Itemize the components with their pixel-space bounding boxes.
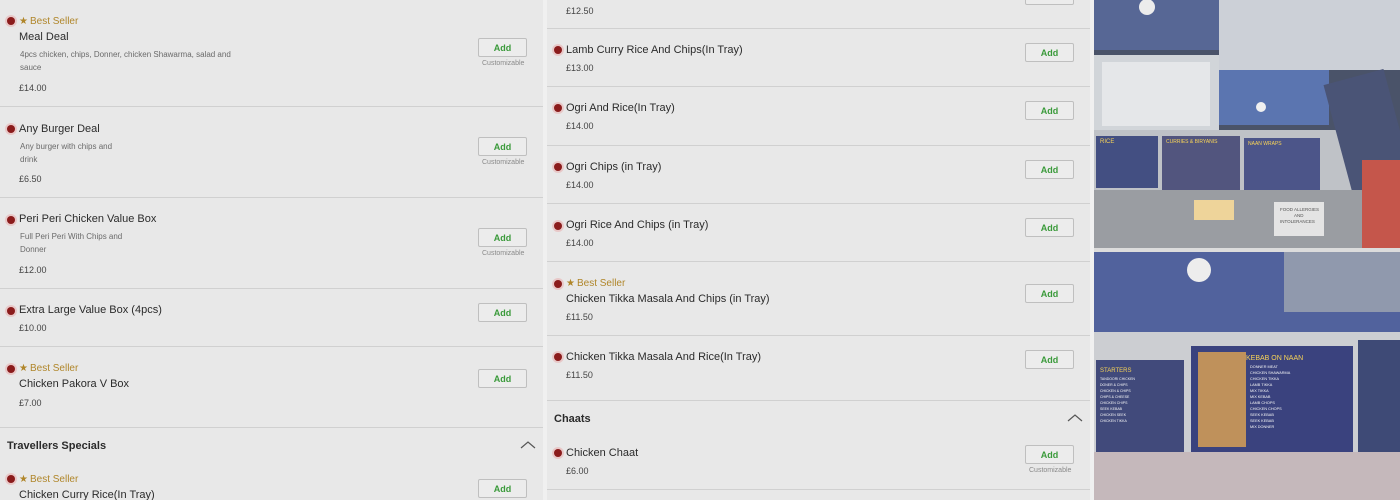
item-price: £14.00 [566,238,594,248]
add-button[interactable]: Add [478,479,527,498]
add-button[interactable]: Add [478,228,527,247]
item-price: £11.50 [566,312,593,322]
item-price: £12.00 [19,265,47,275]
chevron-up-icon[interactable] [520,441,536,449]
item-name: Ogri Chips (in Tray) [566,161,662,173]
add-button[interactable]: Add [478,137,527,156]
star-icon: ★ [19,363,28,374]
item-name: Chicken Chaat [566,447,639,459]
shop-interior-photo[interactable]: RICE CURRIES & BIRYANIS NAAN WRAPS FOOD … [1094,0,1400,248]
item-name: Any Burger Deal [19,123,100,135]
item-price: £14.00 [566,121,594,131]
add-button[interactable]: Add [1025,160,1074,179]
item-name: Ogri Rice And Chips (in Tray) [566,219,709,231]
add-button[interactable]: Add [478,369,527,388]
star-icon: ★ [19,16,28,27]
customizable-label: Customizable [482,60,525,67]
customizable-label: Customizable [482,250,525,257]
customizable-label: Customizable [1029,467,1072,474]
veg-indicator-icon [7,475,15,483]
add-button[interactable]: Add [1025,43,1074,62]
item-name: Chicken Curry Rice(In Tray) [19,489,155,500]
item-price: £10.00 [19,323,47,333]
chevron-up-icon[interactable] [1067,414,1083,422]
best-seller-badge: ★ Best Seller [19,363,79,374]
add-button[interactable]: Add [478,38,527,57]
menu-item: Lamb Curry Rice And Chips(In Tray) £13.0… [547,29,1090,87]
item-description: 4pcs chicken, chips, Donner, chicken Sha… [20,50,231,72]
item-name: Peri Peri Chicken Value Box [19,213,157,225]
veg-indicator-icon [554,163,562,171]
add-button[interactable]: Add [1025,101,1074,120]
item-price: £6.50 [19,174,42,184]
item-name: Ogri And Rice(In Tray) [566,102,675,114]
veg-indicator-icon [554,222,562,230]
best-seller-badge: ★ Best Seller [19,474,79,485]
add-button[interactable]: Add [1025,350,1074,369]
customizable-label: Customizable [482,159,525,166]
menu-item: £12.50 [547,0,1090,29]
item-name: Extra Large Value Box (4pcs) [19,304,162,316]
menu-panel-left: ★ Best Seller Meal Deal 4pcs chicken, chi… [0,0,543,500]
veg-indicator-icon [7,365,15,373]
menu-panel-middle: £12.50 Lamb Curry Rice And Chips(In Tray… [547,0,1090,500]
menu-item: Chicken Chaat £6.00 Add Customizable [547,434,1090,490]
menu-item: Ogri Rice And Chips (in Tray) £14.00 Add [547,204,1090,262]
add-button[interactable]: Add [1025,445,1074,464]
photo-panel: RICE CURRIES & BIRYANIS NAAN WRAPS FOOD … [1094,0,1400,500]
veg-indicator-icon [554,46,562,54]
add-button[interactable]: Add [478,303,527,322]
veg-indicator-icon [7,216,15,224]
section-header[interactable]: Travellers Specials [7,440,106,452]
add-button[interactable]: Add [1025,284,1074,303]
item-price: £11.50 [566,370,593,380]
star-icon: ★ [566,278,575,289]
veg-indicator-icon [554,104,562,112]
menu-item: ★ Best Seller Meal Deal 4pcs chicken, chi… [0,0,543,107]
item-price: £14.00 [566,180,594,190]
veg-indicator-icon [554,449,562,457]
menu-item: Peri Peri Chicken Value Box Full Peri Pe… [0,198,543,289]
veg-indicator-icon [554,353,562,361]
menu-item: Any Burger Deal Any burger with chips an… [0,107,543,198]
item-name: Chicken Pakora V Box [19,378,130,390]
menu-item: Chicken Tikka Masala And Rice(In Tray) £… [547,336,1090,401]
veg-indicator-icon [7,17,15,25]
item-description: Full Peri Peri With Chips and Donner [20,232,123,254]
item-name: Lamb Curry Rice And Chips(In Tray) [566,44,743,56]
item-price: £12.50 [566,6,594,16]
item-price: £7.00 [19,398,42,408]
menu-item: ★ Best Seller Chicken Tikka Masala And Ch… [547,262,1090,336]
menu-board-photo[interactable]: STARTERS KEBAB ON NAAN TANDOORI CHICKEN … [1094,252,1400,500]
add-button[interactable] [1025,0,1074,5]
best-seller-badge: ★ Best Seller [19,16,79,27]
section-header[interactable]: Chaats [554,413,591,425]
menu-item: Ogri Chips (in Tray) £14.00 Add [547,146,1090,204]
menu-item: Extra Large Value Box (4pcs) £10.00 Add [0,289,543,347]
menu-item: ★ Best Seller Chicken Curry Rice(In Tray)… [0,466,543,500]
veg-indicator-icon [7,307,15,315]
add-button[interactable]: Add [1025,218,1074,237]
item-name: Chicken Tikka Masala And Chips (in Tray) [566,293,770,305]
menu-item: Ogri And Rice(In Tray) £14.00 Add [547,87,1090,146]
star-icon: ★ [19,474,28,485]
item-description: Any burger with chips and drink [20,142,113,164]
item-price: £14.00 [19,83,47,93]
item-name: Meal Deal [19,31,69,43]
veg-indicator-icon [554,280,562,288]
best-seller-badge: ★ Best Seller [566,278,626,289]
item-price: £13.00 [566,63,594,73]
menu-item: ★ Best Seller Chicken Pakora V Box £7.00 … [0,347,543,428]
item-name: Chicken Tikka Masala And Rice(In Tray) [566,351,762,363]
veg-indicator-icon [7,125,15,133]
item-price: £6.00 [566,466,589,476]
